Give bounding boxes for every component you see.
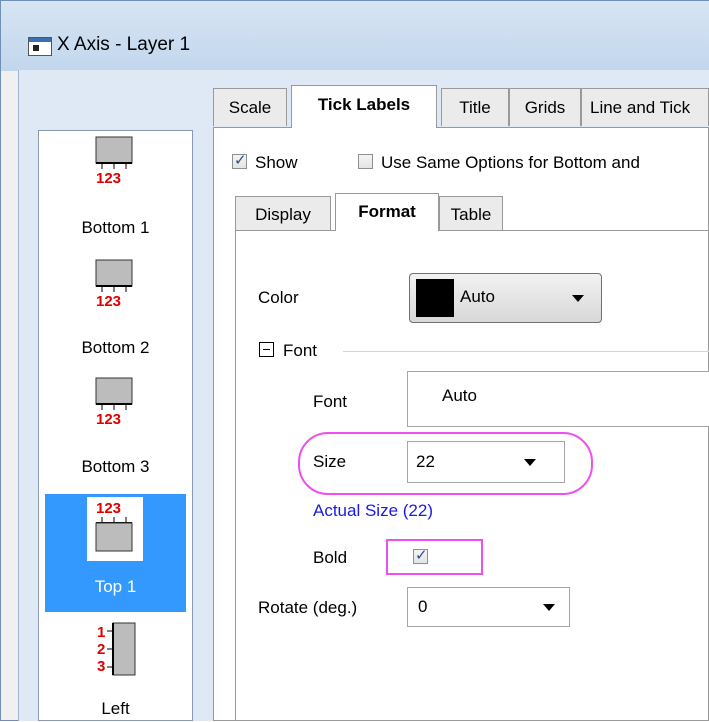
window-title: X Axis - Layer 1 xyxy=(57,34,191,55)
tick-label-text: 123 xyxy=(96,500,121,517)
color-dropdown[interactable]: Auto xyxy=(409,273,602,323)
use-same-options-label: Use Same Options for Bottom and xyxy=(381,153,640,172)
axis-list-label: Bottom 1 xyxy=(81,218,150,237)
tab-title[interactable]: Title xyxy=(441,88,509,126)
show-label: Show xyxy=(255,153,298,172)
tab-display[interactable]: Display xyxy=(235,196,331,230)
axis-list-item-top-1[interactable]: 123 Top 1 xyxy=(45,494,186,612)
axis-list-label: Top 1 xyxy=(94,577,137,596)
tab-scale[interactable]: Scale xyxy=(213,88,287,126)
bold-label: Bold xyxy=(313,548,348,567)
axis-list-item-bottom-3[interactable]: 123 Bottom 3 xyxy=(45,366,186,478)
title-bar[interactable]: X Axis - Layer 1 xyxy=(1,1,709,71)
tick-label-text: 123 xyxy=(96,411,121,426)
axis-list[interactable]: 123 Bottom 1 123 Bottom 2 123 Bottom 3 1… xyxy=(38,130,193,721)
color-value: Auto xyxy=(460,287,495,306)
axis-list-label: Bottom 2 xyxy=(81,338,150,357)
font-value: Auto xyxy=(442,386,477,405)
color-label: Color xyxy=(258,288,299,307)
window-icon xyxy=(28,37,52,56)
group-divider xyxy=(343,351,709,352)
actual-size-text: Actual Size (22) xyxy=(313,501,433,520)
tick-label-text: 123 xyxy=(96,170,121,185)
bottom-axis-icon: 123 xyxy=(95,259,133,308)
show-checkbox[interactable]: ✓ xyxy=(232,152,247,169)
bottom-axis-icon: 123 xyxy=(95,377,133,426)
tick-label-text: 2 xyxy=(97,641,105,658)
chevron-down-icon xyxy=(572,295,584,302)
tick-label-text: 1 xyxy=(97,624,105,641)
font-dropdown[interactable]: Auto xyxy=(407,371,709,427)
axis-list-label: Bottom 3 xyxy=(81,457,150,476)
font-label: Font xyxy=(313,392,348,411)
tab-line-and-ticks[interactable]: Line and Tick xyxy=(581,88,709,126)
axis-list-item-left[interactable]: 1 2 3 Left xyxy=(45,617,186,722)
tab-format[interactable]: Format xyxy=(335,193,439,231)
tab-table[interactable]: Table xyxy=(439,196,503,230)
axis-list-item-bottom-1[interactable]: 123 Bottom 1 xyxy=(45,131,186,243)
axis-list-item-bottom-2[interactable]: 123 Bottom 2 xyxy=(45,246,186,358)
color-swatch xyxy=(416,279,454,317)
left-axis-icon: 1 2 3 xyxy=(97,622,136,676)
checkmark-icon: ✓ xyxy=(234,152,247,169)
top-axis-icon: 123 xyxy=(95,500,133,552)
tick-label-text: 3 xyxy=(97,658,105,675)
axis-list-label: Left xyxy=(101,699,130,718)
rotate-dropdown[interactable]: 0 xyxy=(407,587,570,627)
tick-label-text: 123 xyxy=(96,293,121,308)
size-highlight-ellipse xyxy=(298,432,593,495)
bottom-axis-icon: 123 xyxy=(95,136,133,185)
tab-grids[interactable]: Grids xyxy=(509,88,581,126)
collapse-icon[interactable] xyxy=(259,342,274,357)
rotate-label: Rotate (deg.) xyxy=(258,598,358,617)
rotate-value: 0 xyxy=(418,597,428,616)
chevron-down-icon xyxy=(543,604,555,611)
tab-tick-labels[interactable]: Tick Labels xyxy=(291,85,437,128)
use-same-options-checkbox[interactable] xyxy=(358,154,373,169)
bold-highlight-box xyxy=(386,539,483,575)
font-group-label: Font xyxy=(283,341,318,360)
